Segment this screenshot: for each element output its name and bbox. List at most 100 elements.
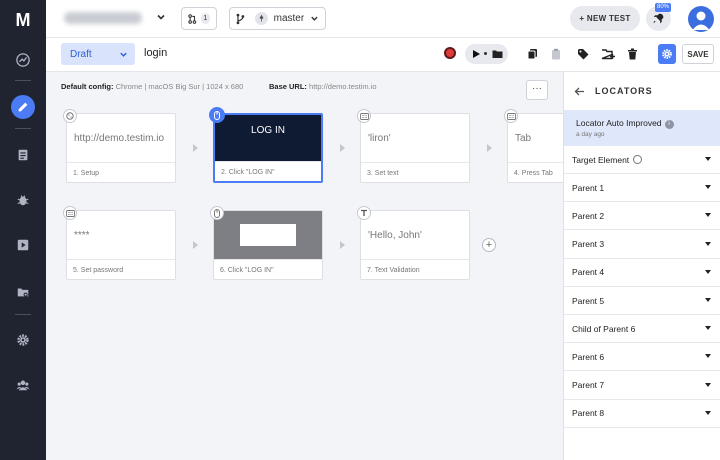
step-screenshot: [214, 211, 322, 259]
new-test-button[interactable]: + NEW TEST: [570, 6, 640, 31]
folder-gear-icon[interactable]: [11, 280, 35, 304]
caret-down-icon[interactable]: [705, 298, 711, 302]
add-step-button[interactable]: +: [482, 238, 496, 252]
dashboard-icon[interactable]: [11, 48, 35, 72]
usage-percent-badge: 80%: [655, 3, 672, 12]
team-users-icon[interactable]: [11, 373, 35, 397]
flow-arrow: [193, 144, 198, 152]
save-button[interactable]: SAVE: [682, 44, 714, 64]
locator-row-label: Parent 2: [572, 210, 605, 221]
left-nav-rail: M: [0, 0, 46, 460]
rail-divider: [15, 80, 31, 81]
status-value: Draft: [70, 48, 92, 60]
locator-row-label: Child of Parent 6: [572, 323, 636, 334]
pull-requests-button[interactable]: 1: [181, 7, 217, 30]
project-selector-blurred[interactable]: [64, 12, 142, 24]
base-url[interactable]: Base URL: http://demo.testim.io: [269, 82, 377, 91]
step-card[interactable]: 'Hello, John' 7. Text Validation: [360, 210, 470, 280]
back-arrow-icon[interactable]: [574, 87, 585, 96]
locator-row-label: Parent 1: [572, 182, 605, 193]
base-url-label: Base URL:: [269, 82, 307, 91]
step-preview: 'liron': [368, 132, 391, 144]
info-icon[interactable]: i: [664, 120, 674, 129]
gear-icon: [662, 49, 672, 59]
play-icon[interactable]: [471, 49, 481, 59]
caret-down-icon[interactable]: [705, 382, 711, 387]
notice-title: Locator Auto Improved i: [576, 118, 674, 129]
pull-request-icon: [188, 13, 197, 24]
step-label: 2. Click "LOG IN": [215, 161, 321, 182]
locator-row[interactable]: Parent 7: [564, 372, 720, 400]
folder-icon[interactable]: [492, 49, 503, 59]
test-list-icon[interactable]: [11, 143, 35, 167]
step-card[interactable]: 6. Click "LOG IN": [213, 210, 323, 280]
locator-row[interactable]: Parent 2: [564, 202, 720, 231]
step-preview: LOG IN: [251, 124, 285, 136]
locator-row[interactable]: Parent 4: [564, 259, 720, 287]
branch-pin-icon: [254, 12, 268, 25]
chevron-down-icon: [120, 52, 127, 57]
flow-arrow: [340, 144, 345, 152]
locator-row[interactable]: Target Element: [564, 146, 720, 174]
locator-row[interactable]: Parent 3: [564, 231, 720, 259]
user-avatar[interactable]: [688, 6, 714, 32]
caret-down-icon[interactable]: [705, 213, 711, 218]
paste-icon[interactable]: [549, 47, 563, 61]
step-label: 4. Press Tab: [508, 162, 563, 183]
runs-play-icon[interactable]: [11, 233, 35, 257]
locator-row-label: Parent 6: [572, 351, 605, 362]
step-preview: http://demo.testim.io: [74, 132, 165, 144]
caret-down-icon[interactable]: [705, 157, 711, 161]
step-label: 1. Setup: [67, 162, 175, 183]
pr-count-badge: 1: [200, 13, 210, 24]
caret-down-icon[interactable]: [705, 269, 711, 274]
testim-logo[interactable]: M: [13, 10, 33, 30]
caret-down-icon[interactable]: [705, 185, 711, 190]
locator-row[interactable]: Child of Parent 6: [564, 315, 720, 344]
locator-row[interactable]: Parent 5: [564, 287, 720, 315]
add-folder-icon[interactable]: [601, 47, 615, 61]
more-options-button[interactable]: ···: [526, 80, 548, 100]
caret-down-icon[interactable]: [705, 326, 711, 331]
config-label: Default config:: [61, 82, 114, 91]
test-name[interactable]: login: [144, 47, 167, 59]
branch-selector[interactable]: master: [229, 7, 326, 30]
config-value: Chrome | macOS Big Sur | 1024 x 680: [115, 82, 244, 91]
run-button-group[interactable]: [465, 44, 508, 64]
run-options-dot[interactable]: [484, 52, 487, 55]
mouse-icon: [210, 206, 224, 220]
cookie-icon: [63, 109, 77, 123]
rail-divider: [15, 314, 31, 315]
trash-icon[interactable]: [625, 47, 639, 61]
step-settings-button[interactable]: [658, 44, 676, 64]
editor-pencil-icon[interactable]: [11, 95, 35, 119]
app-root: M 1 master + NEW TEST 80% Draft login SA…: [0, 0, 720, 460]
locator-row-label: Parent 3: [572, 239, 605, 250]
step-label: 7. Text Validation: [361, 259, 469, 280]
record-button[interactable]: [444, 47, 456, 59]
copy-icon[interactable]: [526, 47, 540, 61]
locator-row[interactable]: Parent 6: [564, 343, 720, 372]
flow-arrow: [340, 241, 345, 249]
step-card[interactable]: **** 5. Set password: [66, 210, 176, 280]
step-card[interactable]: 'liron' 3. Set text: [360, 113, 470, 183]
step-card[interactable]: http://demo.testim.io 1. Setup: [66, 113, 176, 183]
step-label: 6. Click "LOG IN": [214, 259, 322, 280]
base-url-value: http://demo.testim.io: [309, 82, 377, 91]
caret-down-icon[interactable]: [705, 241, 711, 246]
locator-row[interactable]: Parent 8: [564, 400, 720, 428]
tag-icon[interactable]: [576, 47, 590, 61]
flow-arrow: [193, 241, 198, 249]
caret-down-icon[interactable]: [705, 410, 711, 415]
step-card-selected[interactable]: LOG IN 2. Click "LOG IN": [213, 113, 323, 183]
locator-row[interactable]: Parent 1: [564, 174, 720, 203]
step-card[interactable]: Tab 4. Press Tab: [507, 113, 563, 183]
status-dropdown[interactable]: Draft: [61, 43, 135, 65]
caret-down-icon[interactable]: [705, 354, 711, 359]
gear-icon[interactable]: [11, 328, 35, 352]
locator-row-label: Parent 8: [572, 408, 605, 419]
chevron-down-icon[interactable]: [156, 12, 166, 22]
default-config[interactable]: Default config: Chrome | macOS Big Sur |…: [61, 82, 243, 91]
bug-icon[interactable]: [11, 188, 35, 212]
flow-arrow: [487, 144, 492, 152]
